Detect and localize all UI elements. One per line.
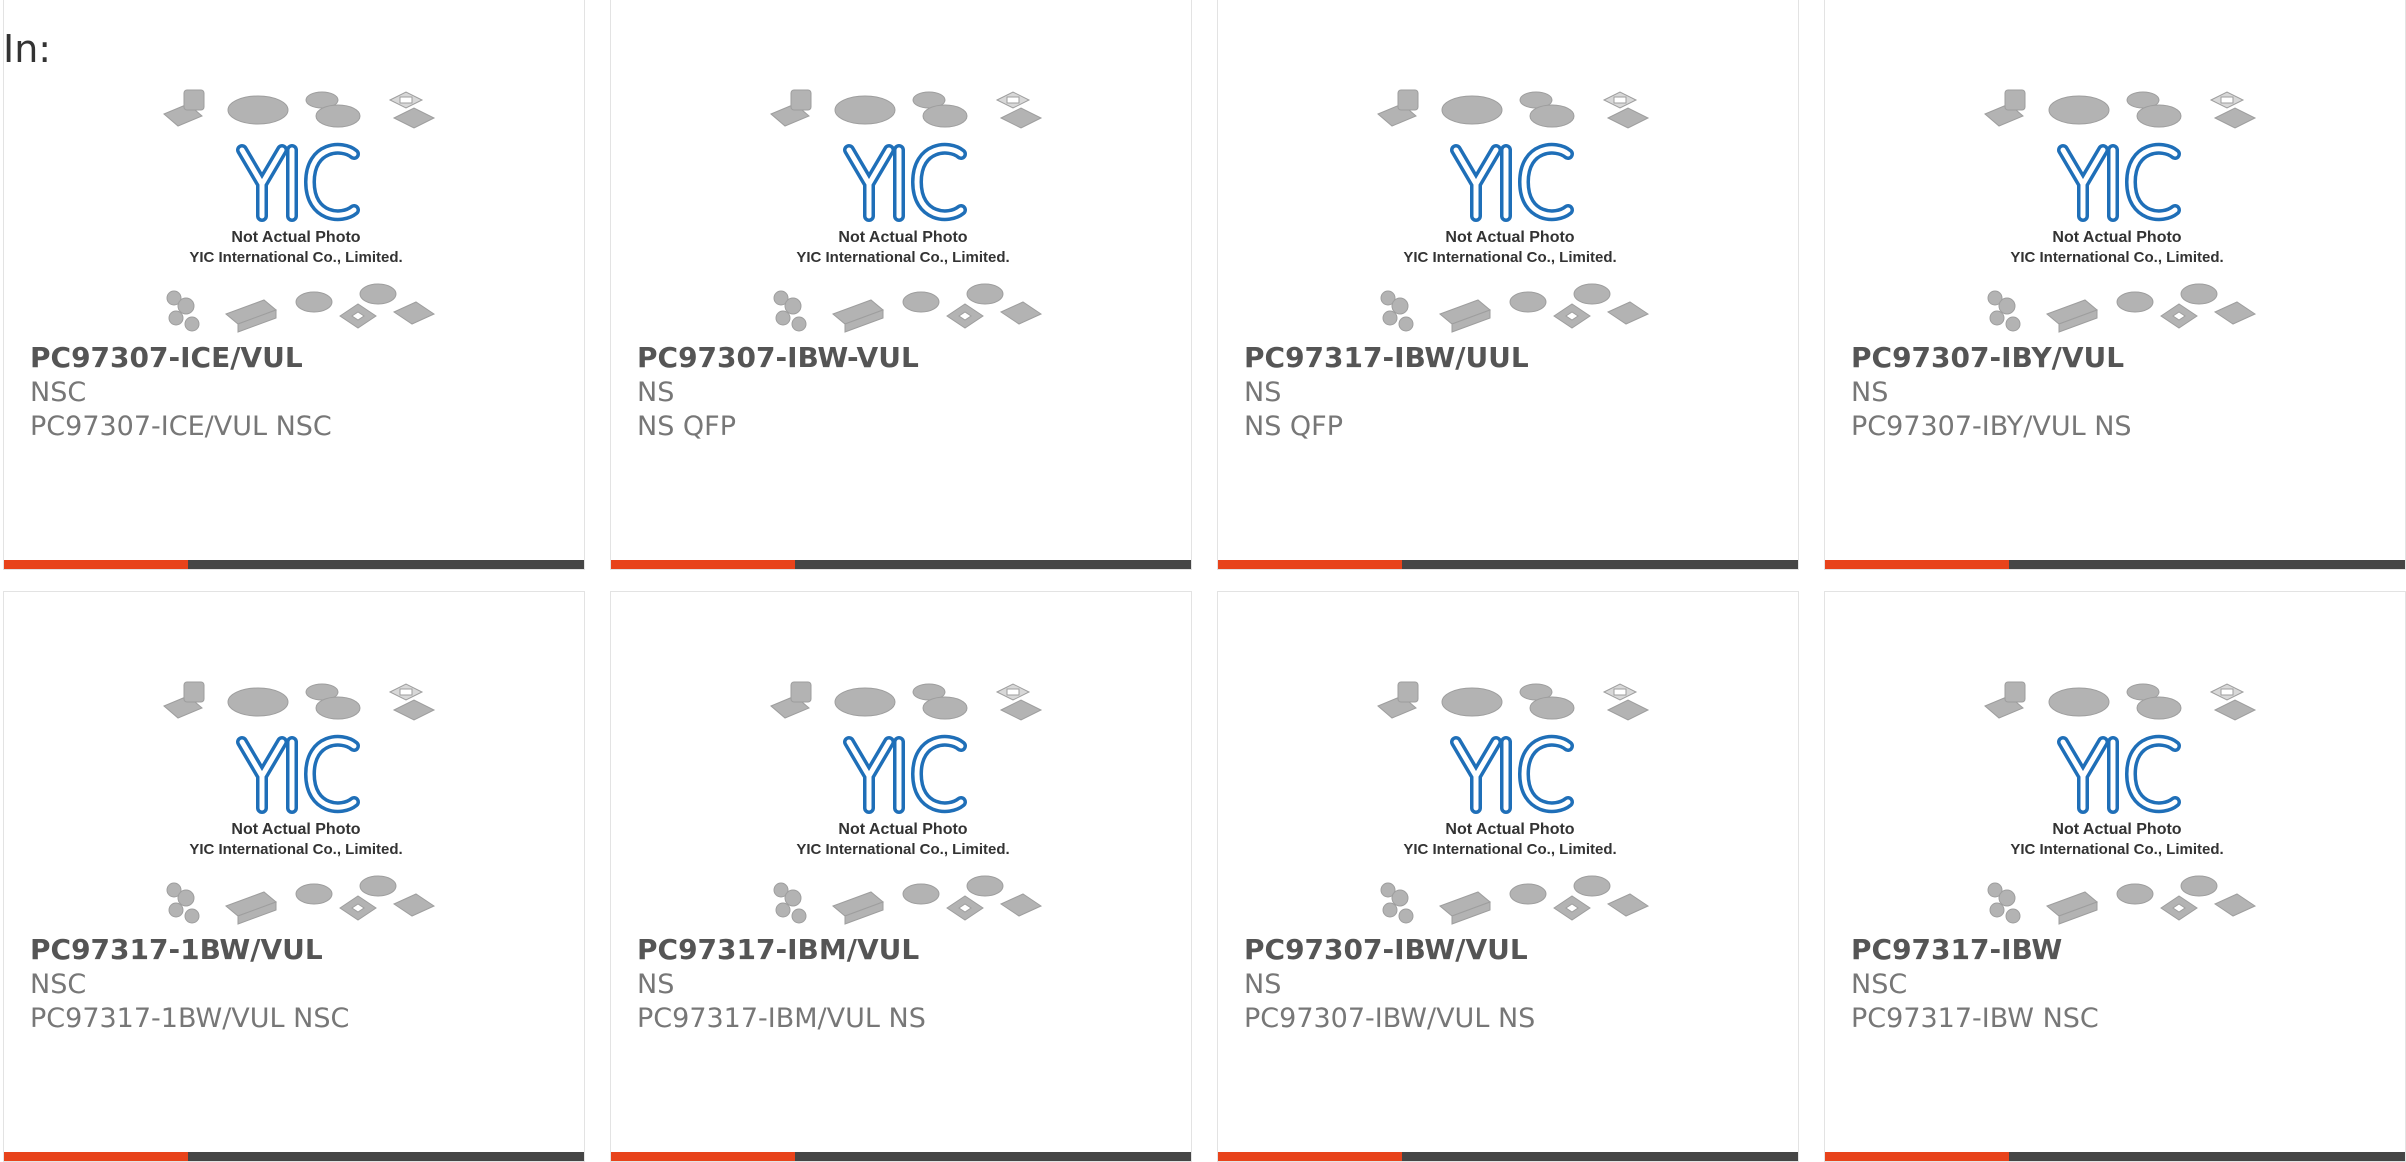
product-placeholder-image[interactable]: Not Actual Photo YIC International Co., … <box>154 680 438 926</box>
product-grid: Not Actual Photo YIC International Co., … <box>3 0 2406 1162</box>
product-manufacturer: NSC <box>1851 969 1908 1000</box>
thumb-caption-line2: YIC International Co., Limited. <box>2010 841 2223 858</box>
card-accent-bar <box>1825 1152 2009 1161</box>
thumb-caption-line1: Not Actual Photo <box>838 821 967 838</box>
card-bottom-bar <box>2009 560 2405 569</box>
card-accent-bar <box>4 1152 188 1161</box>
in-label: In: <box>3 27 52 71</box>
thumb-caption-line2: YIC International Co., Limited. <box>796 249 1009 266</box>
product-description: PC97317-1BW/VUL NSC <box>30 1003 350 1034</box>
card-bottom-bar <box>1402 560 1798 569</box>
card-accent-bar <box>1218 1152 1402 1161</box>
thumb-caption-line1: Not Actual Photo <box>1445 821 1574 838</box>
product-card[interactable]: Not Actual Photo YIC International Co., … <box>1217 0 1799 570</box>
thumb-caption-line1: Not Actual Photo <box>2052 229 2181 246</box>
product-description: PC97317-IBW NSC <box>1851 1003 2099 1034</box>
product-part-number[interactable]: PC97307-IBW-VUL <box>637 341 919 375</box>
thumb-caption-line1: Not Actual Photo <box>2052 821 2181 838</box>
card-accent-bar <box>4 560 188 569</box>
card-bottom-bar <box>188 1152 584 1161</box>
product-card[interactable]: Not Actual Photo YIC International Co., … <box>1824 0 2406 570</box>
product-card[interactable]: Not Actual Photo YIC International Co., … <box>610 591 1192 1162</box>
product-placeholder-image[interactable]: Not Actual Photo YIC International Co., … <box>1368 680 1652 926</box>
product-part-number[interactable]: PC97307-IBY/VUL <box>1851 341 2124 375</box>
product-placeholder-image[interactable]: Not Actual Photo YIC International Co., … <box>154 88 438 334</box>
card-bottom-bar <box>795 560 1191 569</box>
product-part-number[interactable]: PC97307-ICE/VUL <box>30 341 303 375</box>
product-placeholder-image[interactable]: Not Actual Photo YIC International Co., … <box>761 680 1045 926</box>
product-card[interactable]: Not Actual Photo YIC International Co., … <box>1824 591 2406 1162</box>
thumb-caption-line1: Not Actual Photo <box>231 821 360 838</box>
product-card[interactable]: Not Actual Photo YIC International Co., … <box>3 591 585 1162</box>
product-description: PC97307-ICE/VUL NSC <box>30 411 332 442</box>
card-accent-bar <box>1218 560 1402 569</box>
card-bottom-bar <box>2009 1152 2405 1161</box>
card-bottom-bar <box>795 1152 1191 1161</box>
product-part-number[interactable]: PC97317-IBW <box>1851 933 2062 967</box>
card-accent-bar <box>611 560 795 569</box>
product-placeholder-image[interactable]: Not Actual Photo YIC International Co., … <box>761 88 1045 334</box>
product-description: PC97307-IBY/VUL NS <box>1851 411 2132 442</box>
product-card[interactable]: Not Actual Photo YIC International Co., … <box>3 0 585 570</box>
product-description: NS QFP <box>637 411 736 442</box>
product-card[interactable]: Not Actual Photo YIC International Co., … <box>1217 591 1799 1162</box>
product-manufacturer: NS <box>1244 969 1282 1000</box>
thumb-caption-line2: YIC International Co., Limited. <box>796 841 1009 858</box>
product-description: PC97307-IBW/VUL NS <box>1244 1003 1536 1034</box>
product-placeholder-image[interactable]: Not Actual Photo YIC International Co., … <box>1368 88 1652 334</box>
thumb-caption-line1: Not Actual Photo <box>838 229 967 246</box>
product-description: PC97317-IBM/VUL NS <box>637 1003 926 1034</box>
thumb-caption-line2: YIC International Co., Limited. <box>1403 249 1616 266</box>
card-accent-bar <box>1825 560 2009 569</box>
product-manufacturer: NS <box>637 377 675 408</box>
product-manufacturer: NSC <box>30 969 87 1000</box>
thumb-caption-line2: YIC International Co., Limited. <box>2010 249 2223 266</box>
thumb-caption-line2: YIC International Co., Limited. <box>189 249 402 266</box>
product-part-number[interactable]: PC97317-1BW/VUL <box>30 933 323 967</box>
thumb-caption-line1: Not Actual Photo <box>231 229 360 246</box>
product-part-number[interactable]: PC97317-IBW/UUL <box>1244 341 1529 375</box>
product-manufacturer: NS <box>637 969 675 1000</box>
product-placeholder-image[interactable]: Not Actual Photo YIC International Co., … <box>1975 680 2259 926</box>
thumb-caption-line2: YIC International Co., Limited. <box>189 841 402 858</box>
product-card[interactable]: Not Actual Photo YIC International Co., … <box>610 0 1192 570</box>
thumb-caption-line1: Not Actual Photo <box>1445 229 1574 246</box>
product-placeholder-image[interactable]: Not Actual Photo YIC International Co., … <box>1975 88 2259 334</box>
product-manufacturer: NSC <box>30 377 87 408</box>
product-manufacturer: NS <box>1851 377 1889 408</box>
card-bottom-bar <box>1402 1152 1798 1161</box>
product-part-number[interactable]: PC97307-IBW/VUL <box>1244 933 1528 967</box>
product-part-number[interactable]: PC97317-IBM/VUL <box>637 933 919 967</box>
product-manufacturer: NS <box>1244 377 1282 408</box>
product-description: NS QFP <box>1244 411 1343 442</box>
thumb-caption-line2: YIC International Co., Limited. <box>1403 841 1616 858</box>
card-accent-bar <box>611 1152 795 1161</box>
card-bottom-bar <box>188 560 584 569</box>
